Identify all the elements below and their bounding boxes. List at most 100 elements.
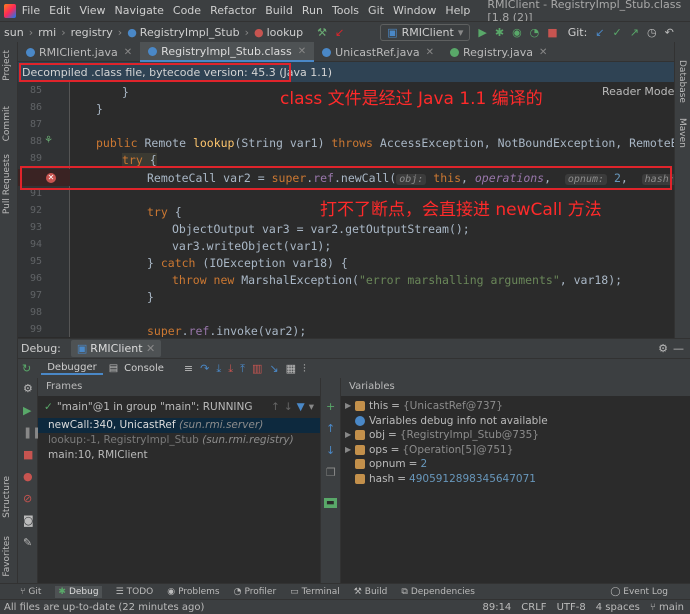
breadcrumb-sun[interactable]: sun [4, 26, 24, 39]
run-icon[interactable]: ▶ [478, 26, 486, 39]
breadcrumb-method[interactable]: lookup [267, 26, 304, 39]
close-icon[interactable]: ✕ [426, 47, 434, 58]
tool-dependencies[interactable]: ⧉ Dependencies [401, 587, 475, 597]
menu-edit[interactable]: Edit [49, 4, 70, 17]
tool-pull-requests[interactable]: Pull Requests [2, 154, 12, 214]
step-out-icon[interactable]: ⤒ [240, 362, 245, 376]
thread-select[interactable]: ✓ "main"@1 in group "main": RUNNING ↑ ↓ … [38, 396, 320, 418]
git-commit-icon[interactable]: ✓ [613, 26, 622, 39]
pin-icon[interactable]: ✎ [23, 536, 32, 549]
history-icon[interactable]: ◷ [647, 26, 657, 39]
menu-refactor[interactable]: Refactor [210, 4, 256, 17]
trace-icon[interactable]: ⫶ [303, 362, 306, 376]
reader-mode-button[interactable]: Reader Mode [602, 85, 674, 98]
close-icon[interactable]: ✕ [146, 342, 155, 355]
menu-code[interactable]: Code [173, 4, 201, 17]
settings-icon[interactable]: ⚙ [658, 342, 668, 355]
tool-build[interactable]: ⚒ Build [354, 587, 388, 597]
tool-debug[interactable]: ✱ Debug [55, 585, 102, 598]
line-separator[interactable]: CRLF [521, 602, 546, 613]
minimize-icon[interactable]: — [673, 342, 684, 355]
run-to-cursor-icon[interactable]: ↘ [269, 362, 278, 375]
tool-terminal[interactable]: ▭ Terminal [290, 587, 340, 597]
menu-run[interactable]: Run [302, 4, 323, 17]
tool-commit[interactable]: Commit [2, 106, 12, 141]
tool-problems[interactable]: ◉ Problems [167, 587, 219, 597]
debug-session-tab[interactable]: ▣ RMIClient ✕ [70, 340, 162, 357]
step-into-icon[interactable]: ⤓ [216, 362, 221, 376]
tool-event-log[interactable]: ◯ Event Log [610, 587, 668, 597]
drop-frame-icon[interactable]: ▥ [252, 362, 262, 375]
stop-icon[interactable]: ■ [23, 448, 33, 461]
variable-row[interactable]: ▶ this = {UnicastRef@737} [345, 399, 690, 414]
chevron-right-icon[interactable]: ▶ [345, 428, 355, 443]
indent-setting[interactable]: 4 spaces [596, 602, 640, 613]
menu-build[interactable]: Build [265, 4, 293, 17]
arrow-down-icon[interactable]: ↓ [326, 444, 335, 457]
arrow-down-icon[interactable]: ↓ [284, 396, 293, 418]
variable-row[interactable]: ▶ ops = {Operation[5]@751} [345, 443, 690, 458]
chevron-right-icon[interactable]: ▶ [345, 399, 355, 414]
tab-rmiclient[interactable]: RMIClient.java ✕ [18, 42, 140, 62]
debug-icon[interactable]: ✱ [495, 26, 504, 39]
tool-maven[interactable]: Maven [677, 118, 687, 148]
chevron-down-icon[interactable]: ▾ [309, 396, 314, 418]
variable-row[interactable]: ▶ obj = {RegistryImpl_Stub@735} [345, 428, 690, 443]
rerun-icon[interactable]: ↻ [22, 362, 31, 375]
variable-row[interactable]: hash = 4905912898345647071 [345, 472, 690, 487]
arrow-left-icon[interactable]: ↙ [335, 26, 344, 39]
menu-help[interactable]: Help [445, 4, 470, 17]
mute-breakpoints-icon[interactable]: ⊘ [23, 492, 32, 505]
git-update-icon[interactable]: ↙ [595, 26, 604, 39]
frame-item[interactable]: newCall:340, UnicastRef (sun.rmi.server) [38, 418, 320, 433]
tool-profiler[interactable]: ◔ Profiler [234, 587, 277, 597]
show-watches-icon[interactable]: ▬ [324, 498, 337, 508]
rollback-icon[interactable]: ↶ [665, 26, 674, 39]
hammer-icon[interactable]: ⚒ [317, 26, 327, 39]
tab-console[interactable]: Console [118, 363, 170, 374]
evaluate-expression-icon[interactable]: ▦ [286, 362, 296, 375]
menu-git[interactable]: Git [368, 4, 384, 17]
variable-row[interactable]: opnum = 2 [345, 457, 690, 472]
tab-registry[interactable]: Registry.java ✕ [442, 42, 555, 62]
run-configuration-select[interactable]: ▣ RMIClient ▾ [380, 23, 471, 41]
filter-icon[interactable]: ▼ [297, 396, 305, 418]
caret-position[interactable]: 89:14 [482, 602, 511, 613]
tool-database[interactable]: Database [677, 60, 687, 103]
tool-structure[interactable]: Structure [2, 476, 12, 518]
menu-window[interactable]: Window [393, 4, 436, 17]
git-push-icon[interactable]: ↗ [630, 26, 639, 39]
breadcrumb-class[interactable]: RegistryImpl_Stub [140, 26, 240, 39]
close-icon[interactable]: ✕ [298, 46, 306, 57]
camera-icon[interactable]: ◙ [23, 514, 34, 527]
arrow-up-icon[interactable]: ↑ [271, 396, 280, 418]
tool-todo[interactable]: ☰ TODO [116, 587, 154, 597]
file-encoding[interactable]: UTF-8 [557, 602, 586, 613]
breadcrumb-registry[interactable]: registry [71, 26, 113, 39]
tab-unicastref[interactable]: UnicastRef.java ✕ [314, 42, 442, 62]
close-icon[interactable]: ✕ [124, 47, 132, 58]
show-execution-point-icon[interactable]: ≡ [184, 362, 193, 375]
frame-item[interactable]: lookup:-1, RegistryImpl_Stub (sun.rmi.re… [38, 433, 320, 448]
stop-icon[interactable]: ■ [547, 26, 557, 39]
tool-git[interactable]: ⑂ Git [20, 587, 41, 597]
close-icon[interactable]: ✕ [539, 47, 547, 58]
coverage-icon[interactable]: ◉ [512, 26, 522, 39]
copy-icon[interactable]: ❐ [326, 466, 336, 479]
tool-favorites[interactable]: Favorites [2, 536, 12, 577]
chevron-right-icon[interactable]: ▶ [345, 443, 355, 458]
force-step-into-icon[interactable]: ⤓ [228, 362, 233, 376]
tab-debugger[interactable]: Debugger [41, 362, 103, 375]
arrow-up-icon[interactable]: ↑ [326, 422, 335, 435]
frame-item[interactable]: main:10, RMIClient [38, 448, 320, 463]
profile-icon[interactable]: ◔ [530, 26, 540, 39]
resume-icon[interactable]: ▶ [23, 404, 31, 417]
override-implements-icon[interactable]: ⚘ [44, 135, 53, 146]
rerun-icon[interactable]: ⚙ [23, 382, 33, 395]
view-breakpoints-icon[interactable]: ● [23, 470, 33, 483]
breadcrumb-rmi[interactable]: rmi [38, 26, 56, 39]
menu-navigate[interactable]: Navigate [115, 4, 164, 17]
menu-view[interactable]: View [79, 4, 105, 17]
tool-project[interactable]: Project [2, 50, 12, 81]
step-over-icon[interactable]: ↷ [200, 362, 209, 375]
